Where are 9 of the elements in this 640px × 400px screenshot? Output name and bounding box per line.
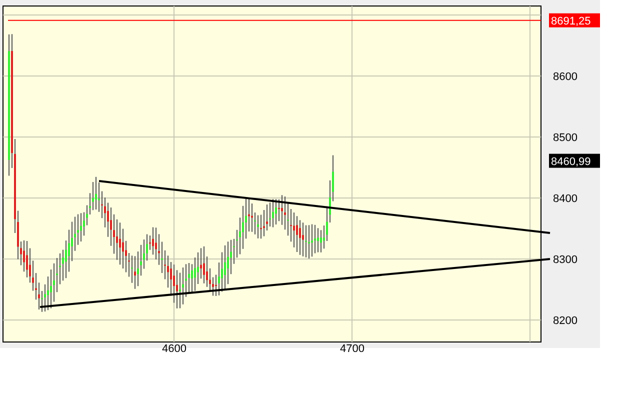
price-tag: 8691,25 [549,13,600,28]
axis-label: 8600 [553,71,578,83]
axis-label: 8400 [553,193,578,205]
axis-label: 4700 [340,343,364,352]
axis-label: 8300 [553,254,578,266]
axis-label: 4600 [162,343,186,352]
axis-label: 8200 [553,315,578,327]
axis-label: 8500 [553,132,578,144]
price-tag: 8460,99 [549,154,600,168]
